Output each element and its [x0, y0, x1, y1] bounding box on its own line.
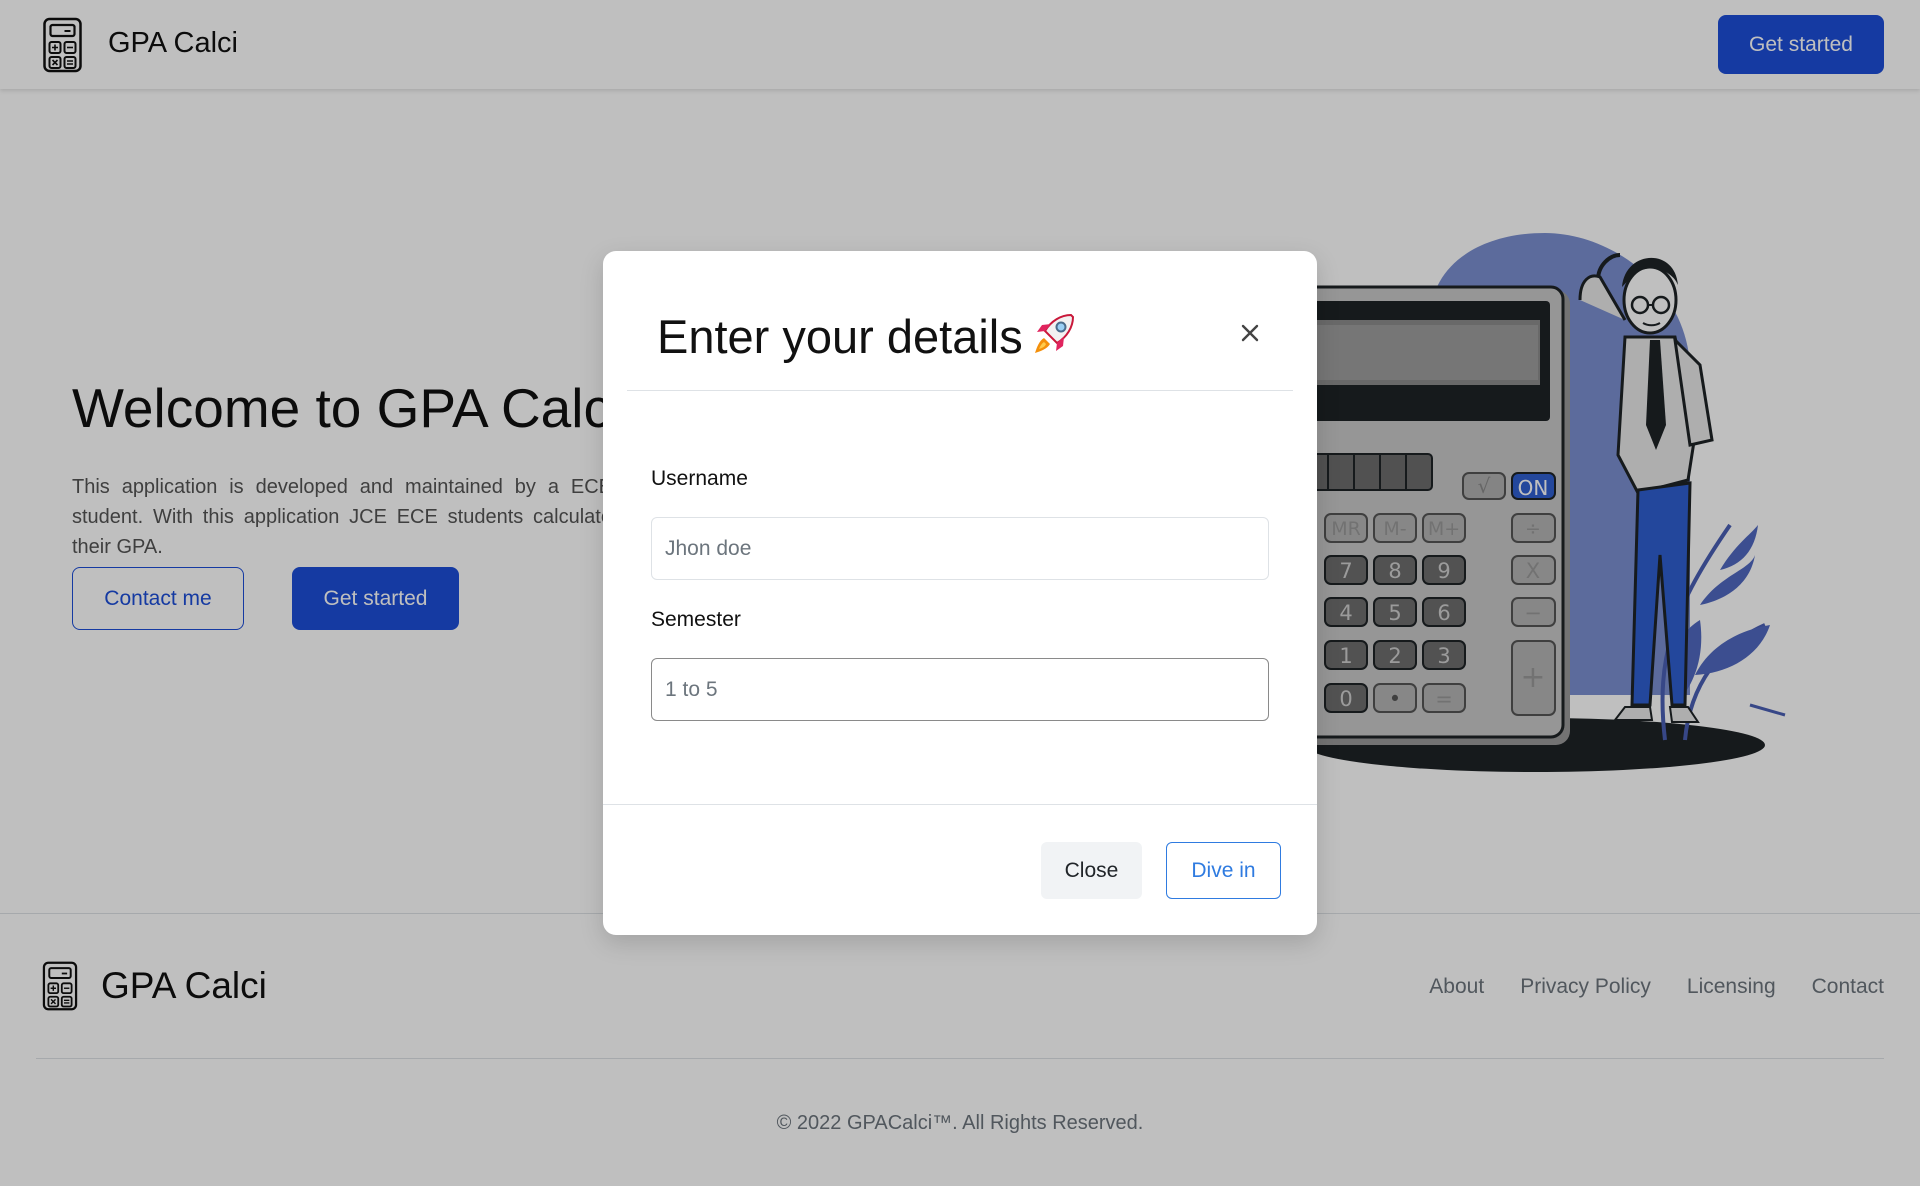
close-icon[interactable]	[1233, 316, 1267, 350]
username-input[interactable]	[651, 517, 1269, 580]
modal-title-text: Enter your details	[657, 310, 1023, 363]
details-modal: Enter your details Username Semester Clo…	[603, 251, 1317, 935]
rocket-icon	[1031, 311, 1077, 368]
close-button[interactable]: Close	[1041, 842, 1142, 899]
modal-header-divider	[627, 390, 1293, 391]
modal-footer-divider	[603, 804, 1317, 805]
semester-label: Semester	[651, 608, 741, 631]
username-label: Username	[651, 467, 748, 490]
dive-in-button[interactable]: Dive in	[1166, 842, 1281, 899]
semester-input[interactable]	[651, 658, 1269, 721]
modal-title: Enter your details	[657, 309, 1077, 368]
